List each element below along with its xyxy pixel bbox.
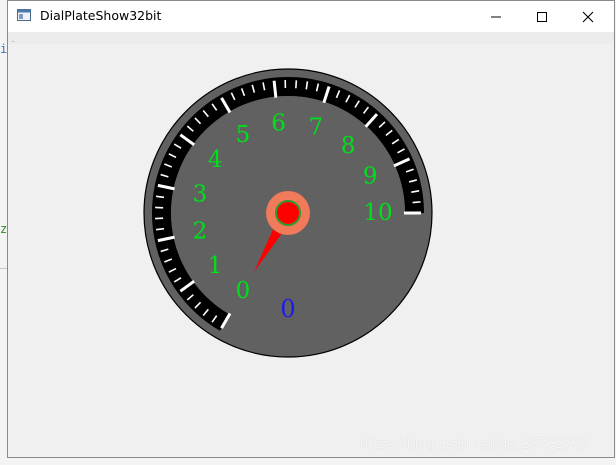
dial-value-readout: 0 [280, 295, 295, 323]
scale-label-9: 9 [363, 163, 378, 189]
scale-label-0: 0 [236, 278, 251, 304]
minor-tick [412, 201, 421, 204]
minor-tick [155, 195, 165, 199]
scale-label-10: 10 [363, 200, 392, 226]
dial-gauge: 0 1 2 3 4 5 6 7 8 9 10 0 [143, 68, 433, 358]
scale-label-3: 3 [193, 181, 208, 207]
scale-label-5: 5 [236, 122, 251, 148]
scale-label-8: 8 [341, 133, 356, 159]
dial-hub-center [277, 202, 299, 224]
scale-label-4: 4 [208, 147, 223, 173]
minor-tick [295, 80, 298, 89]
scale-label-1: 1 [208, 253, 223, 279]
minor-tick [155, 227, 165, 231]
scale-label-6: 6 [271, 110, 286, 136]
scale-label-2: 2 [193, 219, 208, 245]
major-tick [272, 80, 278, 98]
scale-label-7: 7 [308, 114, 323, 140]
watermark-text: https://blog.csdn.net/qq_20792765 [360, 437, 589, 452]
